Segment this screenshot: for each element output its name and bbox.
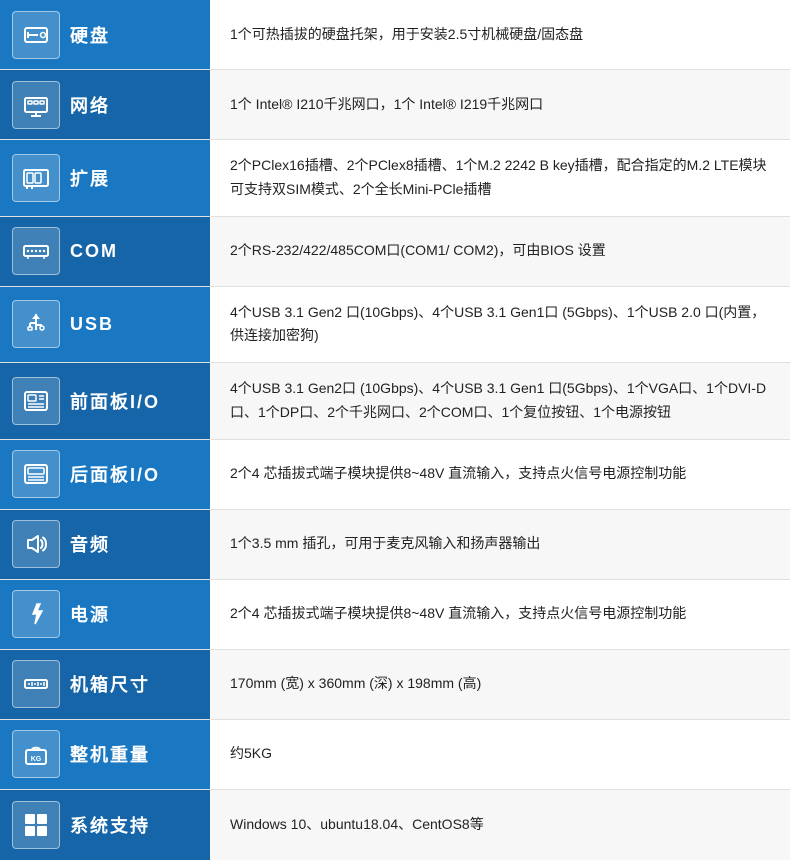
row-front-io: 前面板I/O 4个USB 3.1 Gen2口 (10Gbps)、4个USB 3.… (0, 363, 790, 440)
icon-chassis-size (12, 660, 60, 708)
label-text-network: 网络 (70, 92, 110, 118)
label-text-weight: 整机重量 (70, 741, 150, 767)
label-network: 网络 (0, 70, 210, 139)
label-text-power: 电源 (70, 601, 110, 627)
icon-com (12, 227, 60, 275)
row-audio: 音频 1个3.5 mm 插孔，可用于麦克风输入和扬声器输出 (0, 510, 790, 580)
label-text-expansion: 扩展 (70, 165, 110, 191)
label-text-chassis-size: 机箱尺寸 (70, 671, 150, 697)
content-text-harddisk: 1个可热插拔的硬盘托架，用于安装2.5寸机械硬盘/固态盘 (230, 23, 583, 47)
content-power: 2个4 芯插拔式端子模块提供8~48V 直流输入，支持点火信号电源控制功能 (210, 580, 790, 649)
row-com: COM 2个RS-232/422/485COM口(COM1/ COM2)，可由B… (0, 217, 790, 287)
label-text-rear-io: 后面板I/O (70, 461, 160, 487)
label-text-audio: 音频 (70, 531, 110, 557)
label-expansion: 扩展 (0, 140, 210, 216)
content-expansion: 2个PClex16插槽、2个PClex8插槽、1个M.2 2242 B key插… (210, 140, 790, 216)
content-front-io: 4个USB 3.1 Gen2口 (10Gbps)、4个USB 3.1 Gen1 … (210, 363, 790, 439)
row-usb: USB 4个USB 3.1 Gen2 口(10Gbps)、4个USB 3.1 G… (0, 287, 790, 364)
specs-table: 硬盘 1个可热插拔的硬盘托架，用于安装2.5寸机械硬盘/固态盘 网络 1个 In… (0, 0, 790, 860)
icon-network (12, 81, 60, 129)
label-com: COM (0, 217, 210, 286)
svg-text:KG: KG (31, 756, 42, 763)
row-weight: KG 整机重量 约5KG (0, 720, 790, 790)
icon-weight: KG (12, 730, 60, 778)
row-rear-io: 后面板I/O 2个4 芯插拔式端子模块提供8~48V 直流输入，支持点火信号电源… (0, 440, 790, 510)
label-text-front-io: 前面板I/O (70, 388, 160, 414)
icon-rear-io (12, 450, 60, 498)
label-rear-io: 后面板I/O (0, 440, 210, 509)
row-network: 网络 1个 Intel® I210千兆网口，1个 Intel® I219千兆网口 (0, 70, 790, 140)
icon-expansion (12, 154, 60, 202)
content-com: 2个RS-232/422/485COM口(COM1/ COM2)，可由BIOS … (210, 217, 790, 286)
content-network: 1个 Intel® I210千兆网口，1个 Intel® I219千兆网口 (210, 70, 790, 139)
content-text-audio: 1个3.5 mm 插孔，可用于麦克风输入和扬声器输出 (230, 532, 540, 556)
row-os: 系统支持 Windows 10、ubuntu18.04、CentOS8等 (0, 790, 790, 860)
content-text-front-io: 4个USB 3.1 Gen2口 (10Gbps)、4个USB 3.1 Gen1 … (230, 377, 770, 425)
row-chassis-size: 机箱尺寸 170mm (宽) x 360mm (深) x 198mm (高) (0, 650, 790, 720)
icon-power (12, 590, 60, 638)
content-harddisk: 1个可热插拔的硬盘托架，用于安装2.5寸机械硬盘/固态盘 (210, 0, 790, 69)
content-rear-io: 2个4 芯插拔式端子模块提供8~48V 直流输入，支持点火信号电源控制功能 (210, 440, 790, 509)
content-text-usb: 4个USB 3.1 Gen2 口(10Gbps)、4个USB 3.1 Gen1口… (230, 301, 770, 349)
icon-os (12, 801, 60, 849)
label-text-usb: USB (70, 314, 114, 335)
icon-harddisk (12, 11, 60, 59)
label-text-com: COM (70, 241, 118, 262)
label-usb: USB (0, 287, 210, 363)
content-text-chassis-size: 170mm (宽) x 360mm (深) x 198mm (高) (230, 672, 481, 696)
content-text-os: Windows 10、ubuntu18.04、CentOS8等 (230, 813, 484, 837)
label-chassis-size: 机箱尺寸 (0, 650, 210, 719)
label-harddisk: 硬盘 (0, 0, 210, 69)
content-text-power: 2个4 芯插拔式端子模块提供8~48V 直流输入，支持点火信号电源控制功能 (230, 602, 686, 626)
content-text-com: 2个RS-232/422/485COM口(COM1/ COM2)，可由BIOS … (230, 239, 606, 263)
label-front-io: 前面板I/O (0, 363, 210, 439)
label-audio: 音频 (0, 510, 210, 579)
label-weight: KG 整机重量 (0, 720, 210, 789)
label-text-harddisk: 硬盘 (70, 22, 110, 48)
content-text-network: 1个 Intel® I210千兆网口，1个 Intel® I219千兆网口 (230, 93, 543, 117)
label-text-os: 系统支持 (70, 812, 150, 838)
content-chassis-size: 170mm (宽) x 360mm (深) x 198mm (高) (210, 650, 790, 719)
icon-audio (12, 520, 60, 568)
label-os: 系统支持 (0, 790, 210, 860)
row-harddisk: 硬盘 1个可热插拔的硬盘托架，用于安装2.5寸机械硬盘/固态盘 (0, 0, 790, 70)
icon-usb (12, 300, 60, 348)
content-text-weight: 约5KG (230, 742, 272, 766)
content-audio: 1个3.5 mm 插孔，可用于麦克风输入和扬声器输出 (210, 510, 790, 579)
icon-front-io (12, 377, 60, 425)
content-weight: 约5KG (210, 720, 790, 789)
row-power: 电源 2个4 芯插拔式端子模块提供8~48V 直流输入，支持点火信号电源控制功能 (0, 580, 790, 650)
content-usb: 4个USB 3.1 Gen2 口(10Gbps)、4个USB 3.1 Gen1口… (210, 287, 790, 363)
content-text-rear-io: 2个4 芯插拔式端子模块提供8~48V 直流输入，支持点火信号电源控制功能 (230, 462, 686, 486)
label-power: 电源 (0, 580, 210, 649)
content-text-expansion: 2个PClex16插槽、2个PClex8插槽、1个M.2 2242 B key插… (230, 154, 770, 202)
content-os: Windows 10、ubuntu18.04、CentOS8等 (210, 790, 790, 860)
row-expansion: 扩展 2个PClex16插槽、2个PClex8插槽、1个M.2 2242 B k… (0, 140, 790, 217)
